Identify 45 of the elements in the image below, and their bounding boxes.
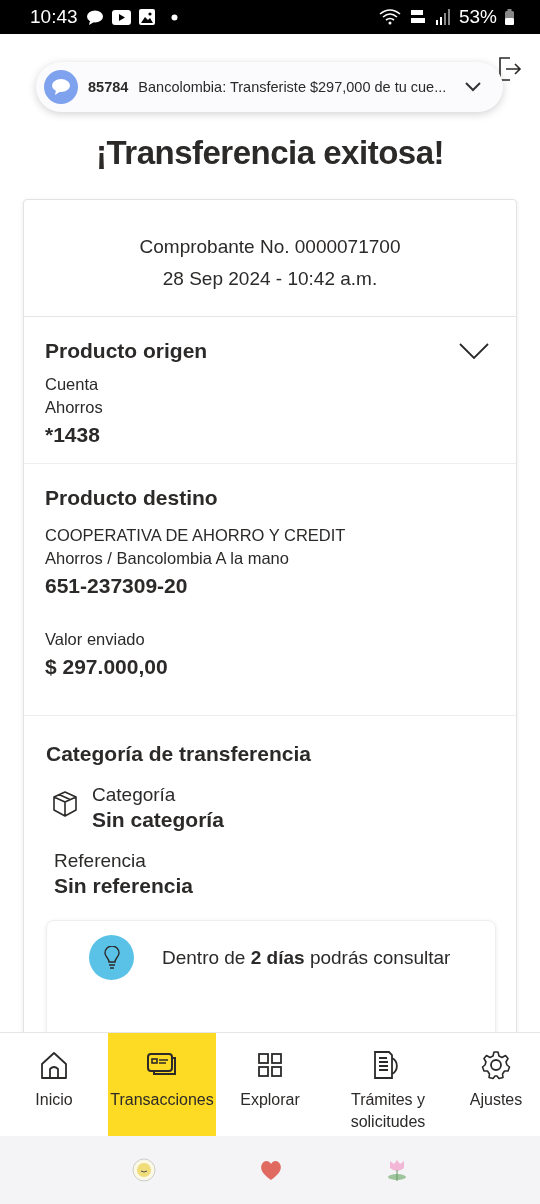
receipt-date: 28 Sep 2024 - 10:42 a.m. [162,268,378,290]
category-label: Categoría [92,784,177,806]
amount-value: $ 297.000,00 [45,655,169,679]
wifi-icon [378,8,401,26]
play-icon [111,9,131,25]
heart-icon[interactable] [259,1159,283,1181]
logout-icon[interactable] [498,56,522,82]
settings-icon [480,1049,512,1081]
amount-label: Valor enviado [45,630,146,649]
notification-banner[interactable]: 85784 Bancolombia: Transferiste $297,000 de tu cue... [36,62,503,112]
account-type: Cuenta [45,375,100,394]
signal-icon [434,9,451,25]
nav-tab[interactable]: Explorar [216,1033,324,1136]
clock: 10:43 [30,6,78,28]
package-icon [52,790,78,818]
image-icon [138,9,155,25]
nav-tab[interactable]: Inicio [0,1033,108,1136]
chevron-down-icon[interactable] [465,82,481,92]
dot-icon [170,13,178,21]
account-number: *1438 [45,423,101,447]
battery-level: 53% [458,6,497,28]
chat-icon [85,9,104,25]
receipt-number: Comprobante No. 0000071700 [139,236,401,258]
nav-tab[interactable]: Trámites y solicitudes [324,1033,452,1136]
lightbulb-icon [89,935,134,980]
section-heading: Producto destino [45,486,219,510]
account-type: Ahorros / Bancolombia A la mano [45,549,290,568]
nav-tab[interactable]: Transacciones [108,1033,216,1136]
recipient-name: COOPERATIVA DE AHORRO Y CREDIT [45,526,347,545]
nav-tab[interactable]: Ajustes [452,1033,540,1136]
section-heading: Categoría de transferencia [46,742,312,766]
battery-icon [505,9,514,25]
info-text: Dentro de 2 días podrás consultar [162,946,451,969]
section-heading: Producto origen [45,339,208,363]
notification-sender: 85784 [88,79,129,95]
reference-label: Referencia [54,850,147,872]
home-icon [38,1049,70,1081]
chevron-down-icon[interactable] [459,343,489,359]
page-title: ¡Transferencia exitosa! [95,134,445,172]
category-value: Sin categoría [92,808,224,832]
notification-message: Bancolombia: Transferiste $297,000 de tu cue... [138,79,448,95]
account-type: Ahorros [45,398,104,417]
message-icon [44,70,78,104]
account-number: 651-237309-20 [45,574,189,598]
reference-value: Sin referencia [54,874,194,898]
